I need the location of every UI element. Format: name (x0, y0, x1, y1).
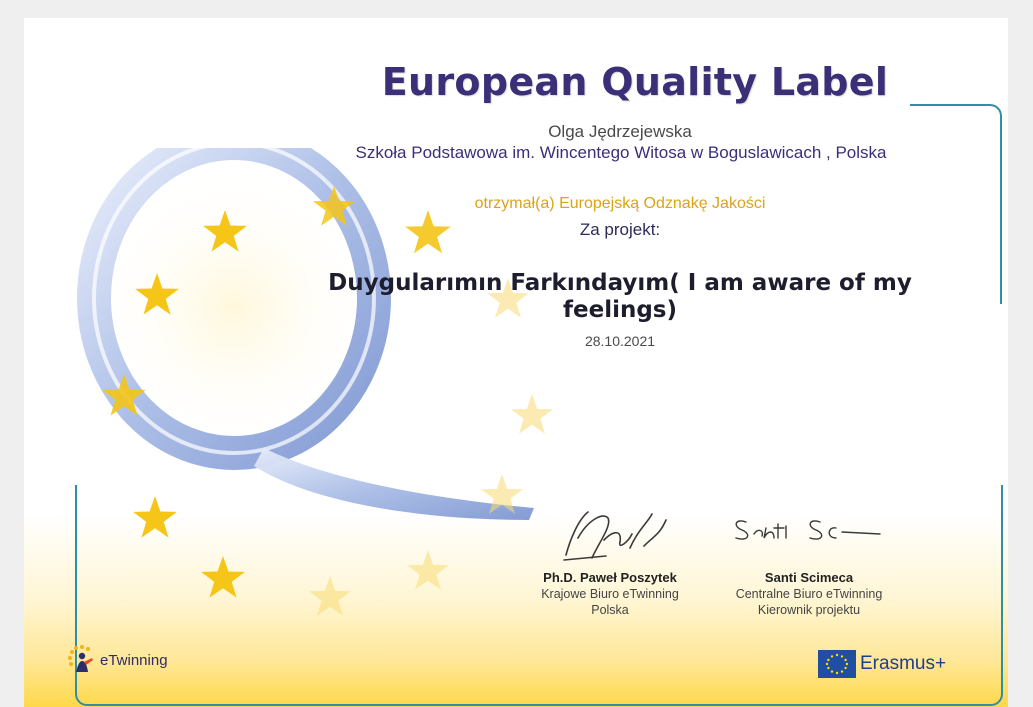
award-statement: otrzymał(a) Europejską Odznakę Jakości (474, 195, 766, 212)
etwinning-icon (68, 645, 93, 672)
for-project-label: Za projekt: (579, 220, 661, 239)
signatory-title: Kierownik projektu (757, 603, 861, 617)
etwinning-logo: eTwinning (66, 644, 168, 676)
project-name: Duygularımın Farkındayım( I am aware of … (328, 270, 912, 323)
signatory-poszytek: Ph.D. Paweł Poszytek Krajowe Biuro eTwin… (510, 570, 710, 618)
signatory-scimeca: Santi Scimeca Centralne Biuro eTwinning … (709, 570, 909, 618)
signatory-name: Ph.D. Paweł Poszytek (543, 570, 677, 585)
frame-top-right (910, 104, 1002, 304)
erasmus-logo: Erasmus+ (818, 650, 946, 678)
certificate-title: European Quality Label (381, 60, 889, 104)
erasmus-label: Erasmus+ (860, 653, 947, 674)
etwinning-label: eTwinning (100, 651, 168, 669)
signature-scimeca (735, 520, 881, 540)
signature-poszytek (563, 511, 667, 561)
signatory-role: Krajowe Biuro eTwinning (541, 587, 679, 601)
school-name: Szkoła Podstawowa im. Wincentego Witosa … (355, 143, 887, 162)
eu-flag-icon (818, 650, 856, 678)
signatory-country: Polska (591, 603, 629, 617)
signatory-name: Santi Scimeca (764, 570, 854, 585)
award-date: 28.10.2021 (584, 333, 656, 349)
signatory-role: Centralne Biuro eTwinning (735, 587, 883, 601)
teacher-name: Olga Jędrzejewska (548, 122, 692, 141)
